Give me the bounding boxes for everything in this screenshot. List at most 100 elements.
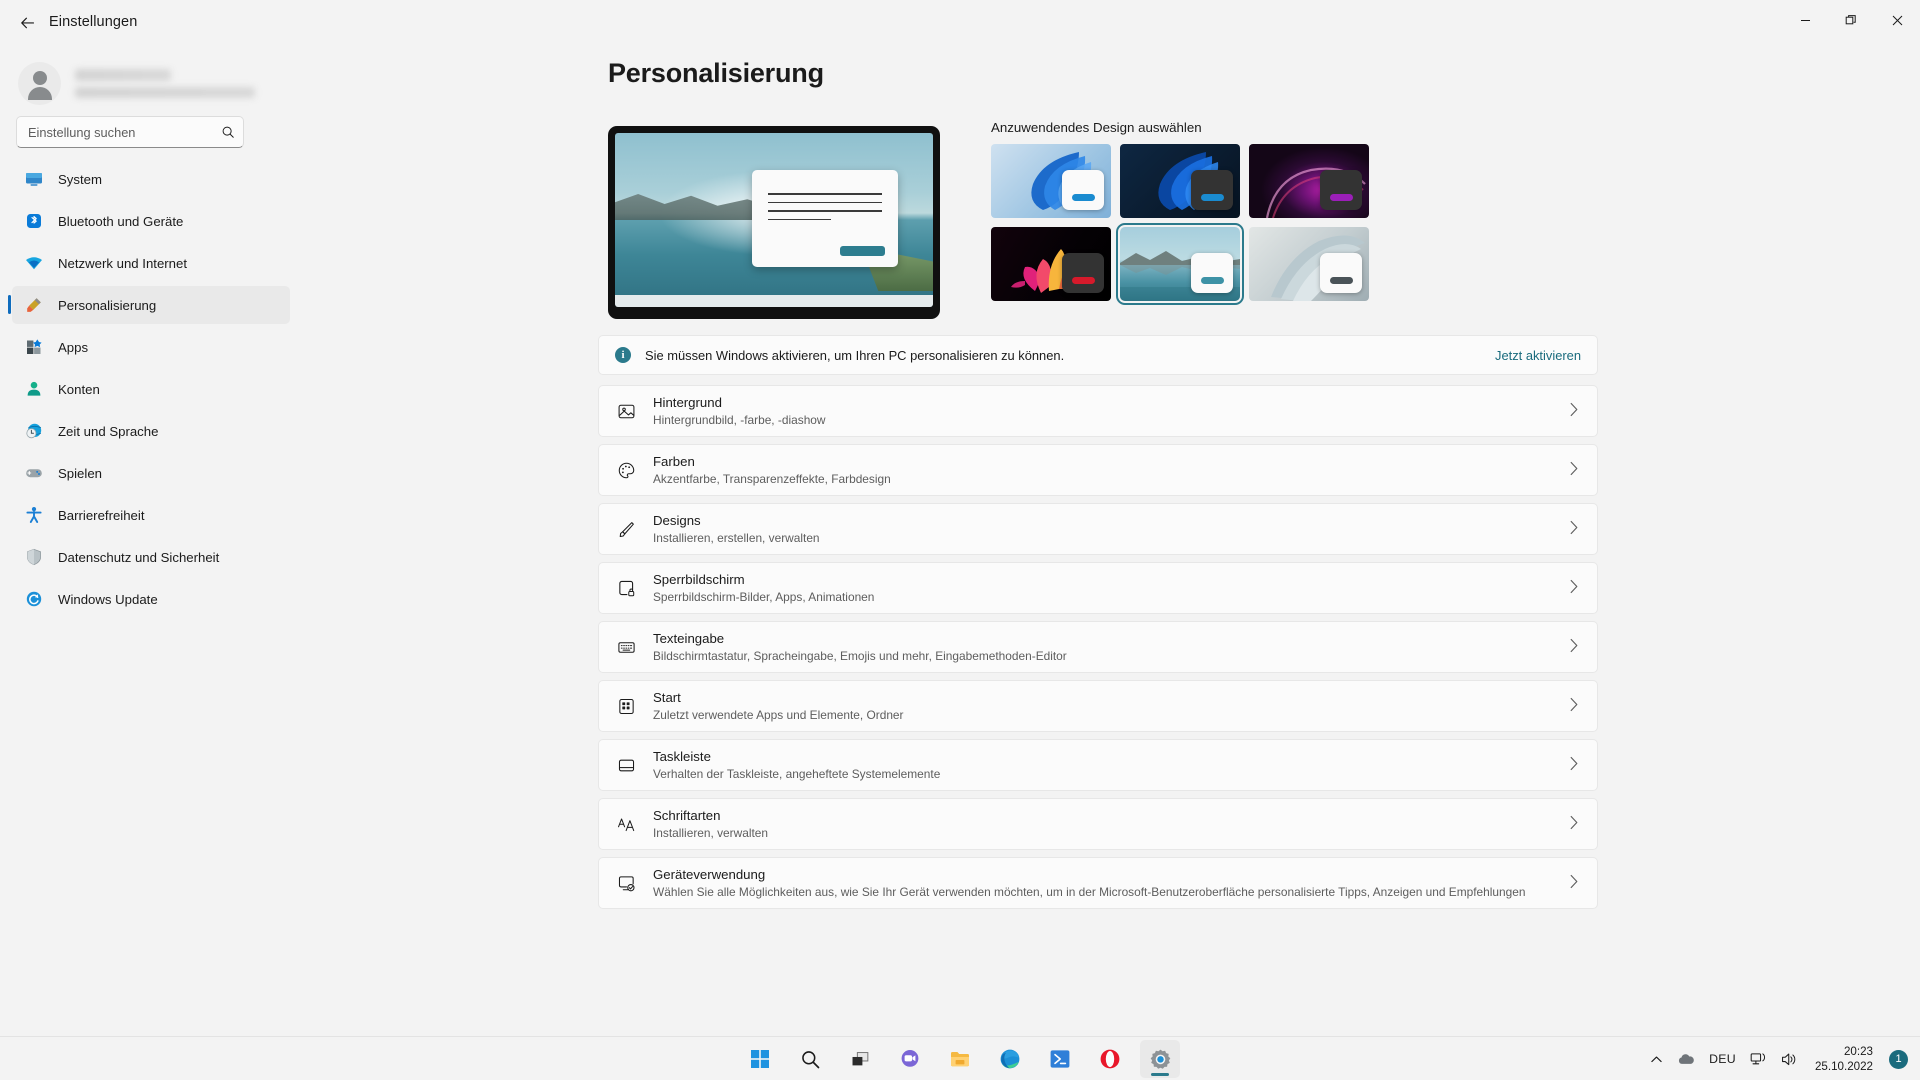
taskbar-items [740, 1037, 1180, 1080]
settings-row-texteingabe[interactable]: Texteingabe Bildschirmtastatur, Sprachei… [598, 621, 1598, 673]
row-subtitle: Installieren, verwalten [653, 825, 768, 840]
sidebar-item-label: Bluetooth und Geräte [58, 213, 184, 229]
notification-badge[interactable]: 1 [1889, 1049, 1908, 1069]
tray-language-button[interactable]: DEU [1702, 1042, 1743, 1076]
preview-window [751, 169, 899, 267]
sidebar-item-apps[interactable]: Apps [12, 328, 290, 366]
maximize-button[interactable] [1828, 0, 1874, 40]
sidebar-item-windows-update[interactable]: Windows Update [12, 580, 290, 618]
arrow-left-icon [20, 17, 34, 28]
minimize-button[interactable] [1782, 0, 1828, 40]
sidebar-item-label: Spielen [58, 465, 102, 481]
settings-row-sperrbildschirm[interactable]: Sperrbildschirm Sperrbildschirm-Bilder, … [598, 562, 1598, 614]
taskbar-file-explorer-button[interactable] [940, 1040, 980, 1078]
row-subtitle: Wählen Sie alle Möglichkeiten aus, wie S… [653, 884, 1526, 899]
tray-chevron-up-button[interactable] [1643, 1042, 1670, 1076]
sidebar-item-barrierefreiheit[interactable]: Barrierefreiheit [12, 496, 290, 534]
tray-network-button[interactable] [1743, 1042, 1774, 1076]
row-texts: Geräteverwendung Wählen Sie alle Möglich… [653, 867, 1525, 900]
back-button[interactable] [8, 6, 46, 40]
search-box[interactable] [16, 116, 244, 148]
theme-option-flow-light[interactable] [1249, 227, 1369, 301]
tray-onedrive-button[interactable] [1670, 1042, 1702, 1076]
account-email [75, 86, 255, 98]
settings-row-taskleiste[interactable]: Taskleiste Verhalten der Taskleiste, ang… [598, 739, 1598, 791]
theme-option-sunrise-lake[interactable] [1116, 223, 1244, 305]
taskbar: DEU 20:23 25.10.2022 1 [0, 1036, 1920, 1080]
tray-date: 25.10.2022 [1814, 1060, 1873, 1073]
themes-grid [991, 144, 1369, 305]
sidebar-item-label: Datenschutz und Sicherheit [58, 549, 220, 565]
settings-row-designs[interactable]: Designs Installieren, erstellen, verwalt… [598, 503, 1598, 555]
sidebar-item-personalisierung[interactable]: Personalisierung [8, 286, 290, 324]
preview-line [767, 210, 882, 212]
close-button[interactable] [1874, 0, 1920, 40]
sidebar-item-datenschutz[interactable]: Datenschutz und Sicherheit [12, 538, 290, 576]
row-texts: Sperrbildschirm Sperrbildschirm-Bilder, … [653, 572, 874, 605]
row-texts: Schriftarten Installieren, verwalten [653, 808, 768, 841]
tray-time: 20:23 [1843, 1045, 1873, 1058]
theme-option-windows-dark-bloom[interactable] [1120, 144, 1240, 218]
row-title: Designs [653, 512, 701, 528]
row-texts: Taskleiste Verhalten der Taskleiste, ang… [653, 749, 940, 782]
window-controls [1782, 0, 1920, 40]
sidebar-item-label: Barrierefreiheit [58, 507, 145, 523]
taskbar-settings-button[interactable] [1140, 1040, 1180, 1078]
activate-now-link[interactable]: Jetzt aktivieren [1495, 348, 1581, 363]
taskbar-chat-button[interactable] [890, 1040, 930, 1078]
settings-row-geraeteverwendung[interactable]: Geräteverwendung Wählen Sie alle Möglich… [598, 857, 1598, 909]
taskbar-task-view-button[interactable] [840, 1040, 880, 1078]
theme-option-captured-motion[interactable] [991, 227, 1111, 301]
row-texts: Farben Akzentfarbe, Transparenzeffekte, … [653, 454, 891, 487]
system-tray: DEU 20:23 25.10.2022 1 [1643, 1037, 1912, 1080]
row-subtitle: Bildschirmtastatur, Spracheingabe, Emoji… [653, 648, 1067, 663]
page-title: Personalisierung [608, 58, 824, 88]
sidebar-item-label: Personalisierung [58, 297, 157, 313]
row-texts: Start Zuletzt verwendete Apps und Elemen… [653, 690, 904, 723]
taskbar-opera-button[interactable] [1090, 1040, 1130, 1078]
tray-volume-button[interactable] [1774, 1042, 1805, 1076]
sidebar-item-network[interactable]: Netzwerk und Internet [12, 244, 290, 282]
theme-mini-window [1062, 170, 1104, 210]
sidebar-item-konten[interactable]: Konten [12, 370, 290, 408]
sidebar-item-system[interactable]: System [12, 160, 290, 198]
chevron-right-icon [1551, 402, 1579, 420]
search-input[interactable] [28, 124, 221, 140]
theme-option-windows-light-bloom[interactable] [991, 144, 1111, 218]
chevron-right-icon [1551, 874, 1579, 892]
themes-label: Anzuwendendes Design auswählen [991, 120, 1202, 135]
apps-icon [25, 338, 43, 356]
sidebar-item-label: System [58, 171, 102, 187]
chevron-right-icon [1551, 579, 1579, 597]
taskbar-edge-button[interactable] [990, 1040, 1030, 1078]
account-text [75, 68, 255, 98]
lockscreen-icon [615, 577, 637, 599]
settings-row-hintergrund[interactable]: Hintergrund Hintergrundbild, -farbe, -di… [598, 385, 1598, 437]
start-icon [751, 1050, 769, 1068]
row-subtitle: Zuletzt verwendete Apps und Elemente, Or… [653, 707, 904, 722]
sidebar-item-spielen[interactable]: Spielen [12, 454, 290, 492]
settings-row-farben[interactable]: Farben Akzentfarbe, Transparenzeffekte, … [598, 444, 1598, 496]
theme-option-glow-dark[interactable] [1249, 144, 1369, 218]
sidebar-item-bluetooth[interactable]: Bluetooth und Geräte [12, 202, 290, 240]
accessibility-icon [25, 506, 43, 524]
row-title: Geräteverwendung [653, 866, 766, 882]
close-icon [1892, 15, 1902, 25]
theme-mini-window [1320, 170, 1362, 210]
taskbar-icon [615, 754, 637, 776]
paintbrush-icon [25, 296, 43, 314]
search-icon[interactable] [221, 125, 235, 139]
taskbar-terminal-button[interactable] [1040, 1040, 1080, 1078]
sidebar-nav: System Bluetooth und Geräte Netzwerk und… [8, 160, 290, 622]
theme-mini-window [1320, 253, 1362, 293]
taskbar-search-button[interactable] [790, 1040, 830, 1078]
account-name [75, 68, 171, 81]
settings-row-start[interactable]: Start Zuletzt verwendete Apps und Elemen… [598, 680, 1598, 732]
main-content: Personalisierung Anzuwendendes Design au… [298, 48, 1920, 1036]
account-card[interactable] [18, 52, 288, 114]
tray-clock[interactable]: 20:23 25.10.2022 [1805, 1041, 1883, 1077]
settings-row-schriftarten[interactable]: Schriftarten Installieren, verwalten [598, 798, 1598, 850]
row-title: Texteingabe [653, 630, 725, 646]
taskbar-start-button[interactable] [740, 1040, 780, 1078]
sidebar-item-zeit-sprache[interactable]: Zeit und Sprache [12, 412, 290, 450]
